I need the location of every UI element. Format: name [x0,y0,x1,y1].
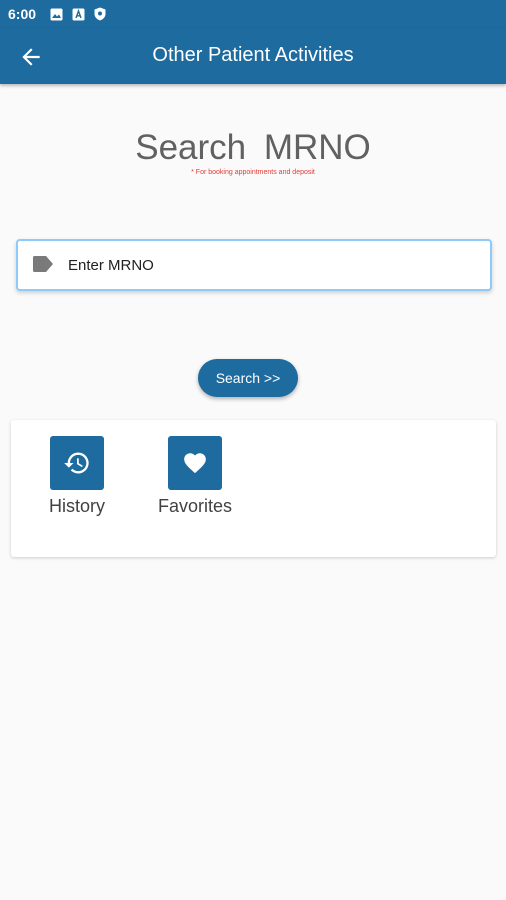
heart-icon [184,453,206,474]
app-bar: Other Patient Activities [0,28,506,84]
status-icons [50,7,115,21]
page-title: Other Patient Activities [152,44,354,66]
shield-icon [94,7,106,21]
history-tile[interactable]: History [47,436,107,517]
status-bar: 6:00 [0,0,506,28]
status-time: 6:00 [8,6,37,22]
translate-icon [72,8,85,21]
history-label: History [48,496,105,516]
search-heading: Search MRNO [135,128,371,167]
label-icon [32,255,54,278]
activities-card: History Favorites [11,420,496,557]
favorites-tile[interactable]: Favorites [151,436,239,517]
search-button[interactable]: Search >> [198,359,298,397]
booking-note: * For booking appointments and deposit [191,169,315,176]
history-icon-box [50,436,104,490]
favorites-label: Favorites [157,496,233,516]
history-icon [64,452,89,474]
mrno-field [16,239,492,291]
favorites-icon-box [168,436,222,490]
image-icon [50,8,63,21]
mrno-input[interactable] [68,241,478,289]
